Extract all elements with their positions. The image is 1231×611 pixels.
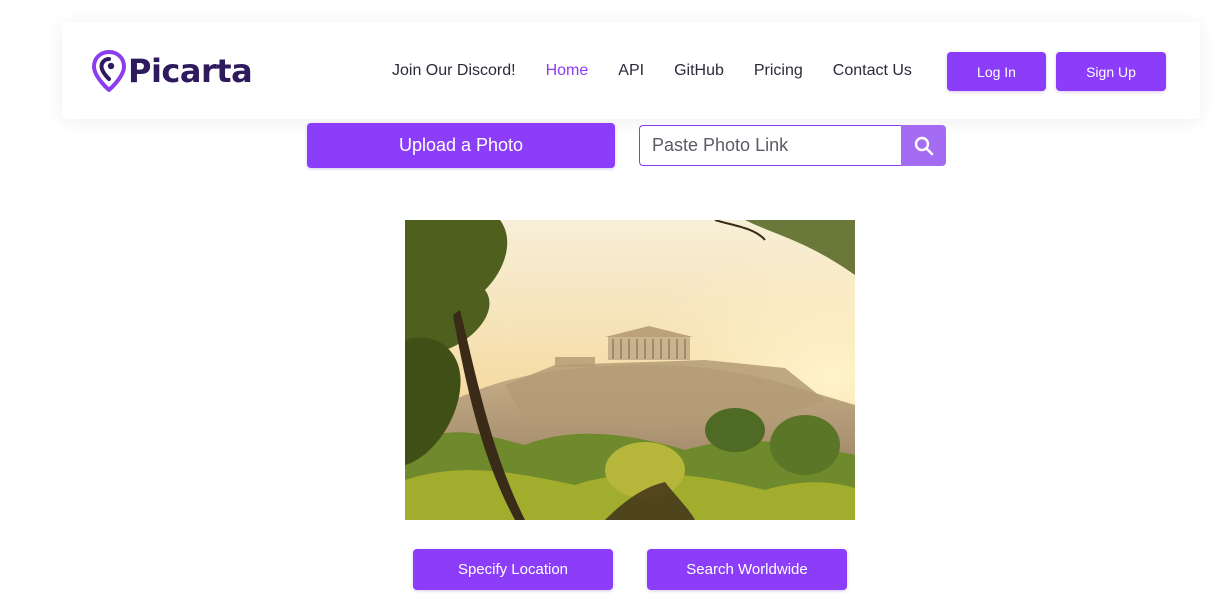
nav-link-contact[interactable]: Contact Us [833, 62, 912, 80]
page: Picarta Join Our Discord! Home API GitHu… [0, 0, 1231, 611]
photo-link-input[interactable] [639, 125, 901, 166]
search-worldwide-button[interactable]: Search Worldwide [647, 549, 847, 590]
nav-link-home[interactable]: Home [546, 62, 589, 80]
nav-link-api[interactable]: API [618, 62, 644, 80]
navbar: Picarta Join Our Discord! Home API GitHu… [62, 22, 1200, 119]
specify-location-button[interactable]: Specify Location [413, 549, 613, 590]
location-pin-icon [92, 50, 126, 92]
brand-name: Picarta [128, 52, 253, 90]
nav-link-discord[interactable]: Join Our Discord! [392, 62, 516, 80]
uploaded-photo [405, 220, 855, 520]
nav-link-pricing[interactable]: Pricing [754, 62, 803, 80]
photo-link-search [639, 125, 946, 166]
brand-logo[interactable]: Picarta [92, 50, 253, 92]
search-icon [914, 136, 933, 155]
nav-link-github[interactable]: GitHub [674, 62, 724, 80]
signup-button[interactable]: Sign Up [1056, 52, 1166, 91]
upload-photo-button[interactable]: Upload a Photo [307, 123, 615, 168]
search-button[interactable] [901, 125, 946, 166]
login-button[interactable]: Log In [947, 52, 1046, 91]
main-nav: Join Our Discord! Home API GitHub Pricin… [392, 60, 912, 82]
